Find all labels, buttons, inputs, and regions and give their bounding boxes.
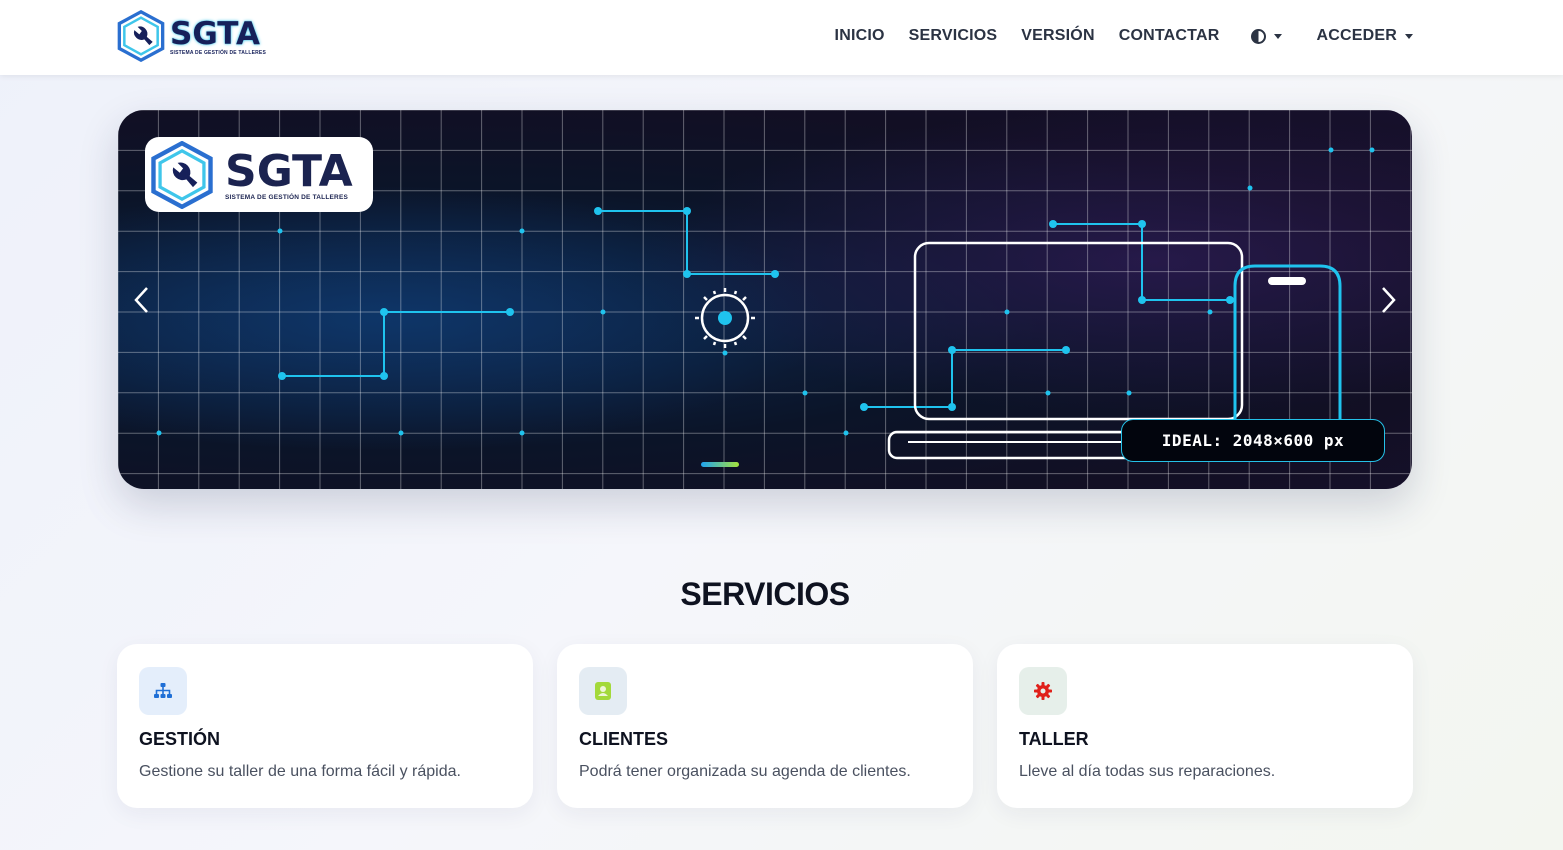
acceder-dropdown[interactable]: ACCEDER bbox=[1316, 27, 1413, 45]
carousel-prev-button[interactable] bbox=[124, 280, 160, 320]
wrench-hexagon-icon bbox=[117, 10, 165, 62]
service-card-gestion: GESTIÓN Gestione su taller de una forma … bbox=[117, 644, 533, 808]
wrench-hexagon-icon bbox=[151, 140, 213, 209]
resolution-badge: IDEAL: 2048×600 px bbox=[1121, 419, 1385, 462]
main-nav: INICIO SERVICIOS VERSIÓN CONTACTAR ACCED… bbox=[811, 24, 1413, 48]
carousel-next-button[interactable] bbox=[1370, 280, 1406, 320]
card-icon-box bbox=[579, 667, 627, 715]
chevron-down-icon bbox=[1405, 33, 1413, 39]
gear-icon bbox=[1034, 682, 1052, 700]
services-title: SERVICIOS bbox=[680, 576, 850, 612]
navbar: SGTA SISTEMA DE GESTIÓN DE TALLERES INIC… bbox=[0, 0, 1563, 75]
contact-book-icon bbox=[595, 682, 611, 700]
card-text: Gestione su taller de una forma fácil y … bbox=[139, 763, 461, 780]
card-text: Podrá tener organizada su agenda de clie… bbox=[579, 763, 911, 780]
slide-brand-subtitle: SISTEMA DE GESTIÓN DE TALLERES bbox=[225, 193, 349, 201]
hero-carousel: SGTA SISTEMA DE GESTIÓN DE TALLERES IDEA… bbox=[118, 110, 1412, 489]
service-card-taller: TALLER Lleve al día todas sus reparacion… bbox=[997, 644, 1413, 808]
service-card-clientes: CLIENTES Podrá tener organizada su agend… bbox=[557, 644, 973, 808]
card-title: CLIENTES bbox=[579, 729, 669, 749]
chevron-right-icon bbox=[1382, 287, 1396, 313]
brand-logo[interactable]: SGTA SISTEMA DE GESTIÓN DE TALLERES bbox=[116, 9, 274, 63]
card-icon-box bbox=[139, 667, 187, 715]
nav-servicios[interactable]: SERVICIOS bbox=[909, 27, 998, 45]
chevron-down-icon bbox=[1274, 33, 1283, 39]
acceder-label: ACCEDER bbox=[1316, 27, 1397, 44]
slide-brand-name: SGTA bbox=[225, 145, 353, 197]
card-title: TALLER bbox=[1019, 729, 1089, 749]
brand-subtitle: SISTEMA DE GESTIÓN DE TALLERES bbox=[170, 49, 267, 56]
theme-toggle-dropdown[interactable] bbox=[1251, 28, 1283, 44]
card-icon-box bbox=[1019, 667, 1067, 715]
card-text: Lleve al día todas sus reparaciones. bbox=[1019, 763, 1276, 780]
brand-name: SGTA bbox=[170, 15, 260, 52]
contrast-icon bbox=[1251, 28, 1267, 44]
slide-brand-logo: SGTA SISTEMA DE GESTIÓN DE TALLERES bbox=[145, 137, 373, 212]
chevron-left-icon bbox=[134, 287, 148, 313]
card-title: GESTIÓN bbox=[139, 729, 221, 749]
nav-version[interactable]: VERSIÓN bbox=[1021, 27, 1094, 45]
sitemap-icon bbox=[154, 683, 172, 698]
nav-contactar[interactable]: CONTACTAR bbox=[1119, 27, 1220, 45]
carousel-indicator[interactable] bbox=[701, 462, 739, 467]
nav-inicio[interactable]: INICIO bbox=[835, 27, 885, 45]
